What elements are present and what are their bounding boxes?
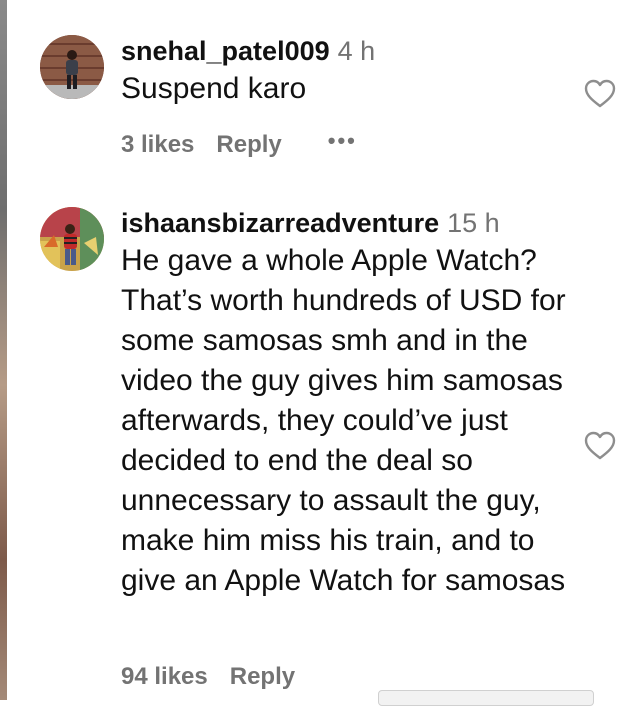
comment-body: snehal_patel009 4 h Suspend karo	[121, 35, 591, 109]
left-edge-background	[0, 0, 7, 700]
avatar[interactable]	[40, 35, 104, 99]
reply-button[interactable]: Reply	[216, 131, 281, 159]
timestamp: 15 h	[447, 208, 500, 238]
heart-outline-icon[interactable]	[584, 431, 616, 461]
heart-outline-icon[interactable]	[584, 79, 616, 109]
comment-text: He gave a whole Apple Watch? That’s wort…	[121, 244, 566, 597]
comment-1: snehal_patel009 4 h Suspend karo 3 likes R…	[40, 35, 630, 165]
comment-actions: 94 likes Reply	[121, 663, 295, 691]
comment-header: ishaansbizarreadventure 15 h	[121, 207, 591, 239]
comment-actions: 3 likes Reply •••	[121, 128, 357, 159]
timestamp: 4 h	[337, 36, 376, 66]
partial-bottom-element	[378, 690, 594, 706]
likes-count[interactable]: 3 likes	[121, 131, 194, 159]
likes-count[interactable]: 94 likes	[121, 663, 208, 691]
comment-body: ishaansbizarreadventure 15 h He gave a wh…	[121, 207, 591, 601]
comment-2: ishaansbizarreadventure 15 h He gave a wh…	[40, 207, 630, 697]
comment-header: snehal_patel009 4 h	[121, 35, 591, 67]
comment-text: Suspend karo	[121, 72, 307, 105]
avatar[interactable]	[40, 207, 104, 271]
username[interactable]: snehal_patel009	[121, 36, 330, 66]
username[interactable]: ishaansbizarreadventure	[121, 208, 439, 238]
more-options-icon[interactable]: •••	[328, 128, 357, 154]
reply-button[interactable]: Reply	[230, 663, 295, 691]
